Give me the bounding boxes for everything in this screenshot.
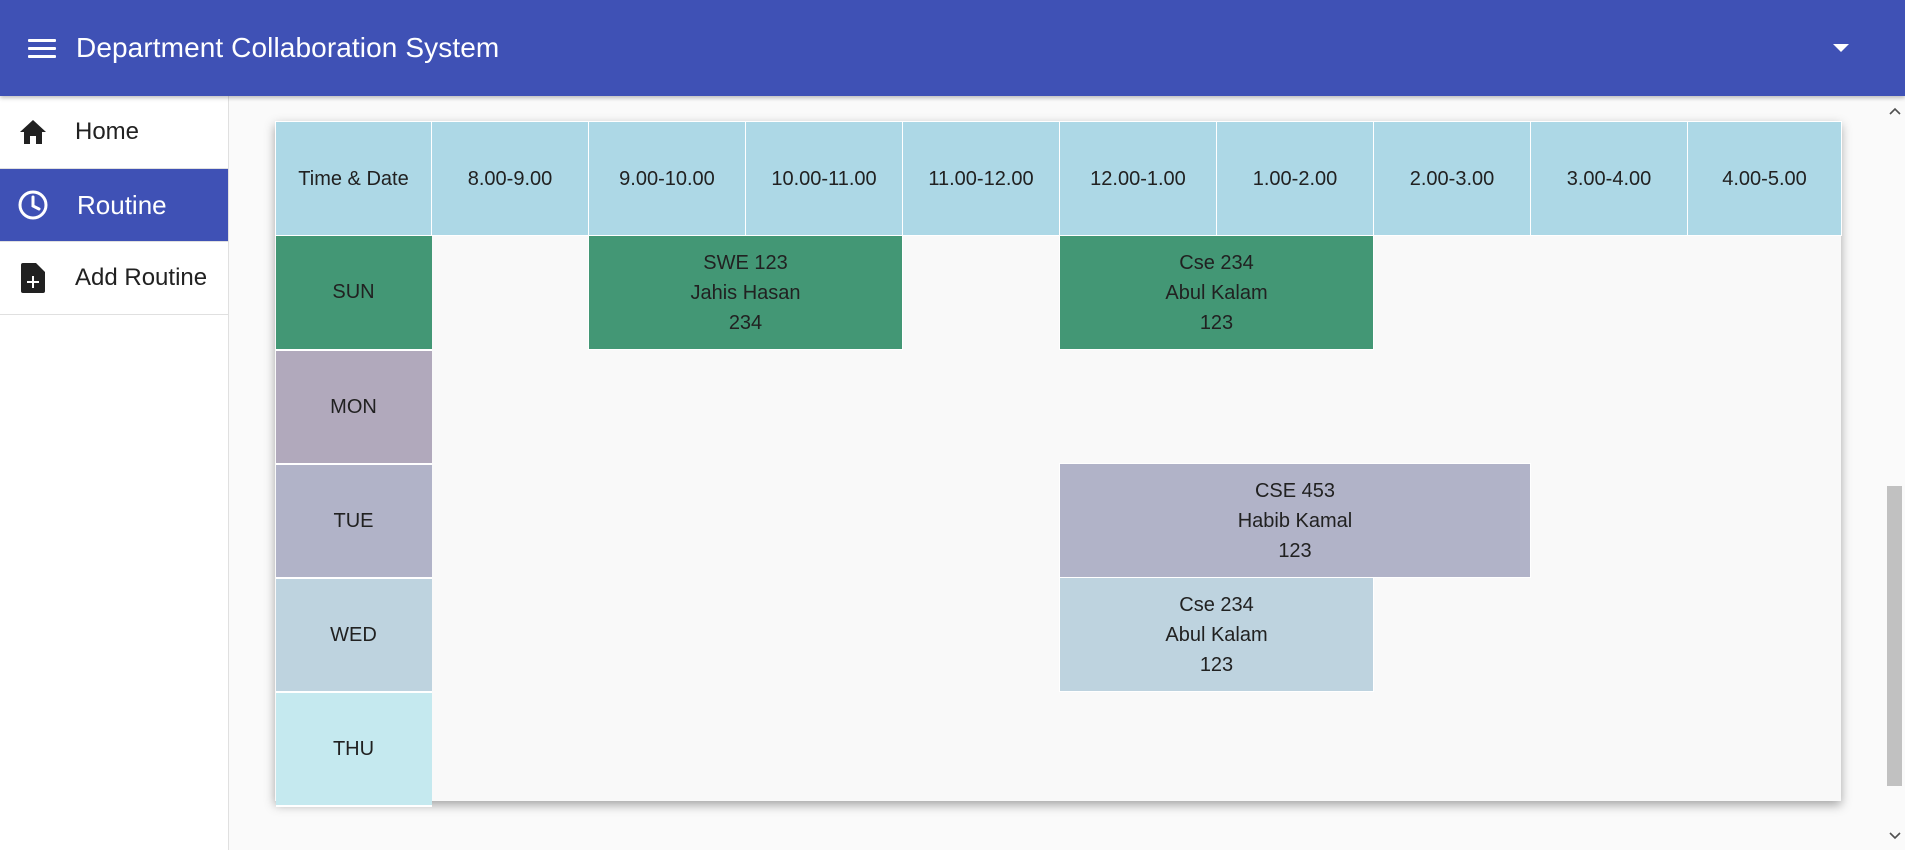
class-cell[interactable]: CSE 453 Habib Kamal 123 — [1059, 463, 1531, 578]
day-cell-tue: TUE — [275, 463, 432, 579]
sidebar-item-label: Home — [75, 118, 140, 145]
empty-cell — [903, 236, 1060, 350]
class-room: 123 — [1278, 539, 1312, 562]
scroll-thumb[interactable] — [1887, 486, 1902, 786]
table-row: SUN SWE 123 Jahis Hasan 234 Cse 234 Abul… — [275, 235, 1842, 351]
header-cell-time-date: Time & Date — [275, 121, 432, 236]
empty-cell — [432, 464, 589, 578]
empty-cell — [903, 578, 1060, 692]
empty-cell — [589, 692, 746, 806]
sidebar-item-label: Add Routine — [75, 264, 208, 291]
sidebar-item-home[interactable]: Home — [0, 96, 228, 169]
header-cell-slot: 12.00-1.00 — [1059, 121, 1217, 236]
empty-cell — [1688, 578, 1842, 692]
table-row: WED Cse 234 Abul Kalam 123 — [275, 577, 1842, 693]
empty-cell — [432, 350, 589, 464]
empty-cell — [746, 578, 903, 692]
class-room: 234 — [728, 311, 763, 334]
empty-cell — [1531, 578, 1688, 692]
empty-cell — [903, 350, 1060, 464]
class-teacher: Abul Kalam — [1165, 623, 1268, 646]
empty-cell — [903, 464, 1060, 578]
empty-cell — [1531, 350, 1688, 464]
empty-cell — [1531, 692, 1688, 806]
class-course: Cse 234 — [1179, 593, 1254, 616]
header-cell-slot: 9.00-10.00 — [588, 121, 746, 236]
header-cell-slot: 2.00-3.00 — [1373, 121, 1531, 236]
menu-icon[interactable] — [28, 33, 58, 63]
empty-cell — [589, 350, 746, 464]
class-room: 123 — [1199, 653, 1234, 676]
routine-table: Time & Date 8.00-9.00 9.00-10.00 10.00-1… — [275, 121, 1842, 807]
routine-card: Time & Date 8.00-9.00 9.00-10.00 10.00-1… — [275, 121, 1842, 807]
empty-cell — [1217, 692, 1374, 806]
empty-cell — [1688, 464, 1842, 578]
sidebar: Home Routine Add Routine — [0, 96, 229, 850]
empty-cell — [746, 692, 903, 806]
sidebar-item-add-routine[interactable]: Add Routine — [0, 242, 228, 315]
day-cell-wed: WED — [275, 577, 432, 693]
empty-cell — [1531, 464, 1688, 578]
scroll-up-icon[interactable] — [1884, 100, 1905, 121]
app-bar: Department Collaboration System — [0, 0, 1905, 96]
class-course: Cse 234 — [1179, 251, 1254, 274]
class-course: CSE 453 — [1254, 479, 1336, 502]
empty-cell — [432, 236, 589, 350]
day-cell-sun: SUN — [275, 235, 432, 351]
class-cell[interactable]: SWE 123 Jahis Hasan 234 — [588, 235, 903, 350]
empty-cell — [1688, 692, 1842, 806]
header-cell-slot: 4.00-5.00 — [1687, 121, 1842, 236]
class-room: 123 — [1199, 311, 1234, 334]
empty-cell — [432, 692, 589, 806]
empty-cell — [746, 464, 903, 578]
empty-cell — [1374, 692, 1531, 806]
app-title: Department Collaboration System — [76, 32, 500, 63]
empty-cell — [1217, 350, 1374, 464]
empty-cell — [1688, 236, 1842, 350]
empty-cell — [746, 350, 903, 464]
table-header-row: Time & Date 8.00-9.00 9.00-10.00 10.00-1… — [275, 121, 1842, 236]
table-row: TUE CSE 453 Habib Kamal 123 — [275, 463, 1842, 579]
class-teacher: Habib Kamal — [1237, 509, 1353, 532]
empty-cell — [589, 578, 746, 692]
home-icon — [16, 115, 50, 149]
empty-cell — [1531, 236, 1688, 350]
header-cell-slot: 10.00-11.00 — [745, 121, 903, 236]
empty-cell — [432, 578, 589, 692]
scroll-down-icon[interactable] — [1884, 825, 1905, 846]
sidebar-item-routine[interactable]: Routine — [0, 169, 228, 242]
class-teacher: Abul Kalam — [1165, 281, 1268, 304]
clock-icon — [16, 188, 50, 222]
empty-cell — [1374, 578, 1531, 692]
empty-cell — [1060, 692, 1217, 806]
header-cell-slot: 1.00-2.00 — [1216, 121, 1374, 236]
header-cell-slot: 8.00-9.00 — [431, 121, 589, 236]
empty-cell — [1688, 350, 1842, 464]
note-add-icon — [16, 261, 50, 295]
class-cell[interactable]: Cse 234 Abul Kalam 123 — [1059, 235, 1374, 350]
header-cell-slot: 3.00-4.00 — [1530, 121, 1688, 236]
vertical-scrollbar[interactable] — [1884, 96, 1905, 850]
empty-cell — [1374, 350, 1531, 464]
caret-down-icon[interactable] — [1829, 36, 1853, 60]
table-row: THU — [275, 691, 1842, 807]
empty-cell — [903, 692, 1060, 806]
empty-cell — [1374, 236, 1531, 350]
main-content: Time & Date 8.00-9.00 9.00-10.00 10.00-1… — [230, 96, 1884, 850]
table-row: MON — [275, 349, 1842, 465]
empty-cell — [1060, 350, 1217, 464]
sidebar-item-label: Routine — [77, 189, 167, 220]
empty-cell — [589, 464, 746, 578]
class-cell[interactable]: Cse 234 Abul Kalam 123 — [1059, 577, 1374, 692]
class-teacher: Jahis Hasan — [690, 281, 801, 304]
day-cell-thu: THU — [275, 691, 432, 807]
day-cell-mon: MON — [275, 349, 432, 465]
header-cell-slot: 11.00-12.00 — [902, 121, 1060, 236]
class-course: SWE 123 — [703, 251, 788, 274]
